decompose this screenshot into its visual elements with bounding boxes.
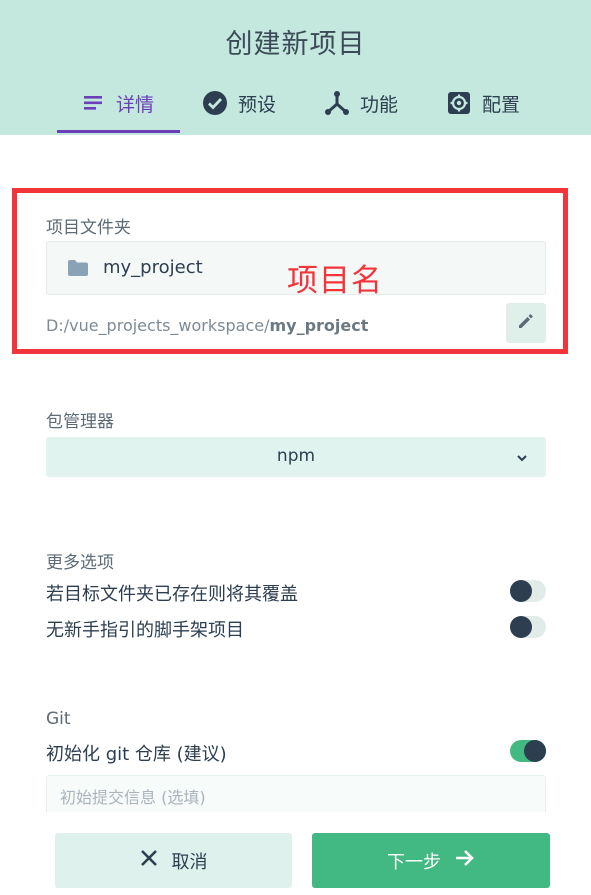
tab-features[interactable]: 功能 [324, 90, 398, 135]
git-label: Git [46, 709, 71, 729]
header: 创建新项目 详情 预设 功能 配置 [0, 0, 591, 135]
active-tab-indicator [57, 130, 180, 133]
page-title: 创建新项目 [225, 29, 366, 60]
call-split-icon [324, 90, 350, 116]
edit-path-button[interactable] [506, 303, 546, 343]
tab-presets-label: 预设 [238, 94, 277, 116]
project-folder-section: 项目文件夹 my_project 项目名 D:/vue_projects_wor… [12, 188, 568, 354]
project-path-prefix: D:/vue_projects_workspace/ [46, 316, 270, 335]
toggle-knob [524, 740, 546, 762]
project-path: D:/vue_projects_workspace/my_project [46, 316, 368, 335]
more-options-label: 更多选项 [46, 553, 114, 573]
overwrite-toggle[interactable] [510, 580, 546, 602]
chevron-down-icon [516, 449, 528, 468]
toggle-knob [510, 616, 532, 638]
arrow-right-icon [455, 849, 475, 872]
tab-bar: 详情 预设 功能 配置 [0, 90, 591, 135]
pencil-icon [517, 312, 535, 334]
project-name-annotation: 项目名 [287, 263, 383, 299]
git-init-row: 初始化 git 仓库 (建议) [46, 737, 546, 767]
cancel-button-label: 取消 [171, 851, 208, 873]
package-manager-label: 包管理器 [46, 412, 114, 432]
tab-config[interactable]: 配置 [446, 90, 520, 135]
bare-scaffold-toggle[interactable] [510, 616, 546, 638]
package-manager-select[interactable]: npm [46, 437, 546, 477]
git-init-toggle[interactable] [510, 740, 546, 762]
project-folder-label: 项目文件夹 [46, 218, 131, 238]
project-path-name: my_project [269, 316, 369, 335]
bare-scaffold-option-label: 无新手指引的脚手架项目 [46, 620, 244, 641]
project-folder-value: my_project [103, 257, 203, 278]
next-button-label: 下一步 [387, 851, 441, 873]
check-circle-icon [202, 90, 228, 116]
next-button[interactable]: 下一步 [312, 833, 550, 888]
overwrite-option-row: 若目标文件夹已存在则将其覆盖 [46, 577, 546, 607]
tab-details[interactable]: 详情 [80, 90, 154, 135]
overwrite-option-label: 若目标文件夹已存在则将其覆盖 [46, 584, 298, 605]
settings-icon [446, 90, 472, 116]
cancel-button[interactable]: 取消 [55, 833, 292, 888]
tab-features-label: 功能 [360, 94, 399, 116]
list-icon [80, 90, 106, 116]
package-manager-value: npm [276, 446, 316, 466]
tab-presets[interactable]: 预设 [202, 90, 276, 135]
tab-details-label: 详情 [116, 94, 155, 116]
tab-config-label: 配置 [482, 94, 521, 116]
git-init-label: 初始化 git 仓库 (建议) [46, 744, 227, 765]
close-icon [140, 849, 158, 872]
toggle-knob [510, 580, 532, 602]
folder-icon [67, 259, 89, 281]
bare-scaffold-option-row: 无新手指引的脚手架项目 [46, 613, 546, 643]
